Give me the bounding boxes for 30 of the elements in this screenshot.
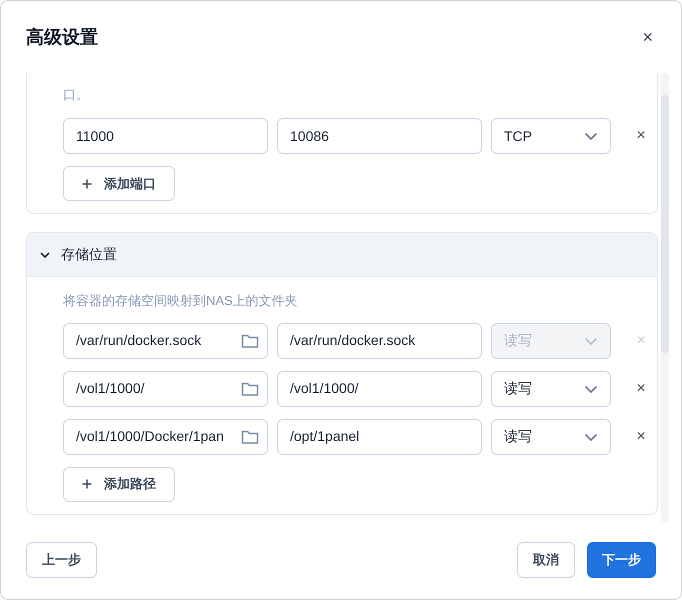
remove-button[interactable]: × — [629, 376, 653, 400]
folder-icon[interactable] — [241, 428, 259, 444]
input-field[interactable]: /vol1/1000/ — [63, 370, 268, 406]
plus-icon — [82, 178, 92, 188]
plus-icon — [82, 479, 92, 489]
section-header[interactable]: 存储位置 — [27, 233, 657, 277]
back-button[interactable]: 上一步 — [26, 542, 97, 578]
remove-button[interactable]: × — [629, 424, 653, 448]
remove-button[interactable]: × — [629, 124, 653, 148]
close-button[interactable]: × — [642, 24, 653, 50]
next-button[interactable]: 下一步 — [587, 542, 656, 578]
input-field[interactable]: /opt/1panel — [277, 418, 482, 454]
add-button[interactable]: 添加端口 — [63, 166, 175, 201]
input-field[interactable]: 10086 — [277, 118, 482, 154]
port-description: 口。 — [63, 86, 90, 103]
input-field[interactable]: 11000 — [63, 118, 268, 154]
storage-description: 将容器的存储空间映射到NAS上的文件夹 — [63, 292, 299, 310]
input-field[interactable]: /vol1/1000/Docker/1pan — [63, 418, 268, 454]
input-field[interactable]: /vol1/1000/ — [277, 370, 482, 406]
scrollbar[interactable] — [661, 73, 669, 523]
folder-icon[interactable] — [241, 380, 259, 396]
select-field[interactable]: TCP — [491, 118, 611, 154]
scrollbar-thumb[interactable] — [661, 95, 669, 353]
cancel-button[interactable]: 取消 — [517, 542, 575, 578]
dialog-title: 高级设置 — [26, 26, 98, 48]
select-field[interactable]: 读写 — [491, 418, 611, 454]
add-button[interactable]: 添加路径 — [63, 466, 175, 502]
select-field[interactable]: 读写 — [491, 370, 611, 406]
folder-icon[interactable] — [241, 332, 259, 348]
section-title: 存储位置 — [61, 245, 117, 264]
